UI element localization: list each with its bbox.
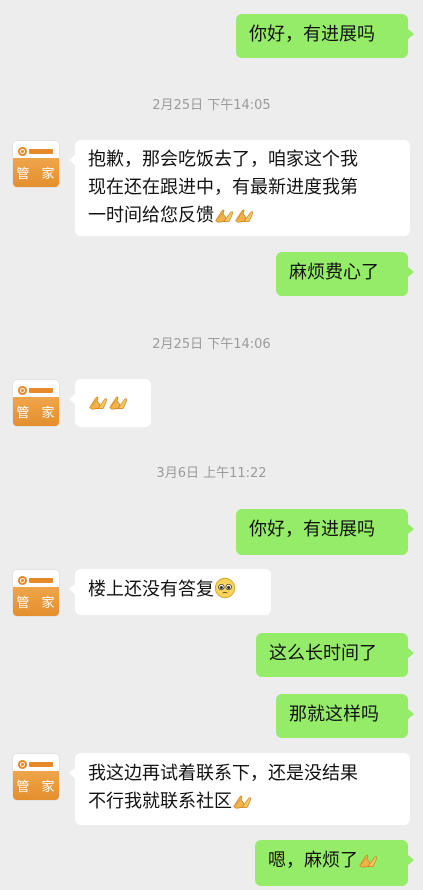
timestamp: 3月6日 上午11:22 xyxy=(156,466,267,481)
logo-icon xyxy=(18,758,56,770)
avatar-label: 管 家 xyxy=(13,397,59,426)
message-text: 这么长时间了 xyxy=(269,643,377,664)
avatar-label: 管 家 xyxy=(13,587,59,616)
timestamp: 2月25日 下午14:05 xyxy=(152,98,271,113)
avatar[interactable]: 管 家 xyxy=(12,140,60,188)
logo-icon xyxy=(18,384,56,396)
message-bubble-outgoing[interactable]: 这么长时间了 xyxy=(256,633,414,677)
message-text: 楼上还没有答复 xyxy=(88,579,214,600)
avatar[interactable]: 管 家 xyxy=(12,753,60,801)
message-bubble-outgoing[interactable]: 嗯，麻烦了 xyxy=(255,840,414,886)
folded-hands-icon xyxy=(214,204,234,224)
message-text: 抱歉，那会吃饭去了，咱家这个我 xyxy=(88,149,358,170)
timestamp: 2月25日 下午14:06 xyxy=(152,337,271,352)
pleading-face-icon xyxy=(214,577,236,599)
message-bubble-outgoing[interactable]: 你好，有进展吗 xyxy=(236,14,414,58)
message-bubble-incoming[interactable]: 楼上还没有答复 xyxy=(69,569,271,615)
message-bubble-incoming[interactable] xyxy=(69,379,151,427)
folded-hands-icon xyxy=(234,204,254,224)
logo-icon xyxy=(18,574,56,586)
message-bubble-incoming[interactable]: 我这边再试着联系下，还是没结果 不行我就联系社区 xyxy=(69,753,410,825)
folded-hands-icon xyxy=(88,391,108,411)
message-text: 我这边再试着联系下，还是没结果 xyxy=(88,763,358,784)
avatar[interactable]: 管 家 xyxy=(12,569,60,617)
message-text: 现在还在跟进中，有最新进度我第 xyxy=(88,177,358,198)
message-bubble-outgoing[interactable]: 麻烦费心了 xyxy=(276,252,414,296)
message-bubble-outgoing[interactable]: 你好，有进展吗 xyxy=(236,509,414,555)
folded-hands-icon xyxy=(232,790,252,810)
logo-icon xyxy=(18,145,56,157)
avatar-label: 管 家 xyxy=(13,158,59,187)
message-text: 那就这样吗 xyxy=(289,704,379,725)
avatar-label: 管 家 xyxy=(13,771,59,800)
message-bubble-incoming[interactable]: 抱歉，那会吃饭去了，咱家这个我 现在还在跟进中，有最新进度我第 一时间给您反馈 xyxy=(69,140,410,236)
message-text: 一时间给您反馈 xyxy=(88,205,214,226)
message-text: 不行我就联系社区 xyxy=(88,791,232,812)
folded-hands-icon xyxy=(358,849,378,869)
message-text: 你好，有进展吗 xyxy=(249,519,375,540)
avatar[interactable]: 管 家 xyxy=(12,379,60,427)
message-text: 嗯，麻烦了 xyxy=(268,850,358,871)
folded-hands-icon xyxy=(108,391,128,411)
message-text: 麻烦费心了 xyxy=(289,262,379,283)
message-text: 你好，有进展吗 xyxy=(249,24,375,45)
message-bubble-outgoing[interactable]: 那就这样吗 xyxy=(276,694,414,738)
